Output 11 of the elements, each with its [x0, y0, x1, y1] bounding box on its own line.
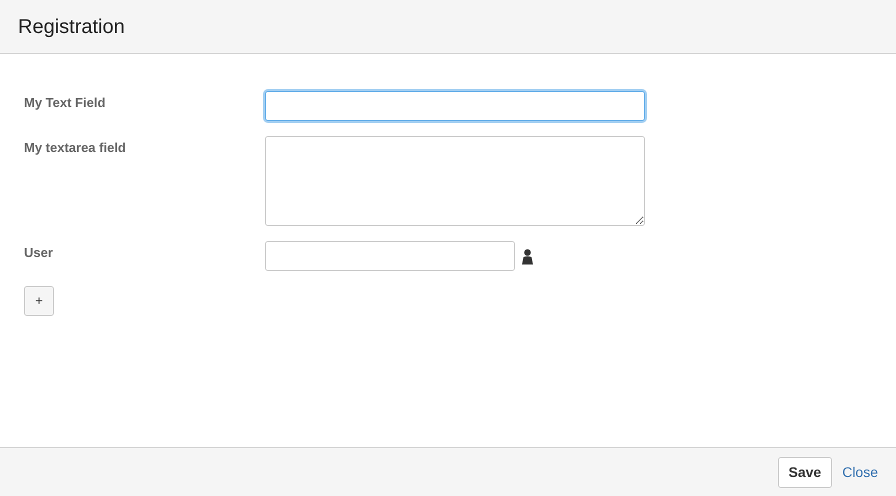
- save-button[interactable]: Save: [778, 456, 832, 488]
- user-icon: [522, 249, 533, 265]
- field-label: User: [24, 245, 53, 260]
- add-button[interactable]: +: [24, 286, 54, 316]
- user-field[interactable]: [265, 241, 515, 271]
- text-field[interactable]: [265, 91, 645, 121]
- field-label: My textarea field: [24, 140, 126, 155]
- textarea-field[interactable]: [265, 136, 645, 226]
- close-link[interactable]: Close: [842, 462, 878, 482]
- field-label: My Text Field: [24, 95, 106, 110]
- dialog-title: Registration: [18, 14, 125, 40]
